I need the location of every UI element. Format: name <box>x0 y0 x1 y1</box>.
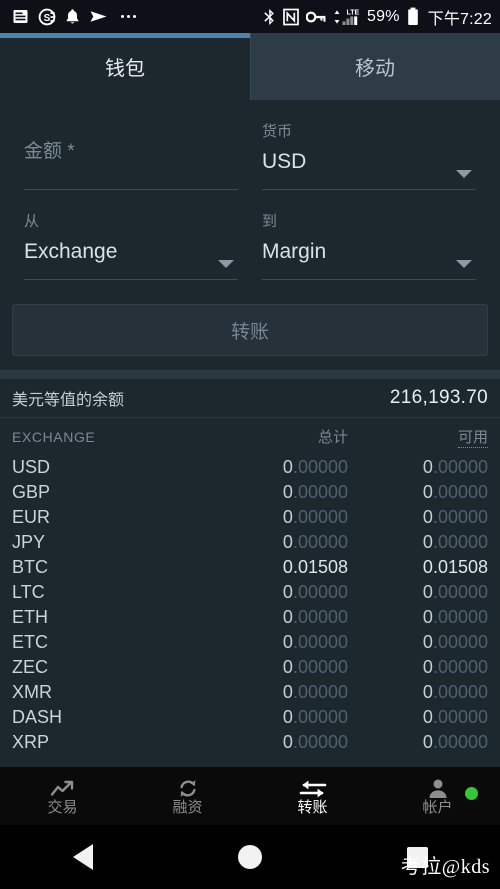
balance-value: 216,193.70 <box>389 387 488 408</box>
app-root: S LTE 59% 下午7:22 钱包 移动 金额 * 货币 USD 从 Exc… <box>0 0 500 889</box>
table-row[interactable]: ETC 0.00000 0.00000 <box>0 630 500 655</box>
status-bar: S LTE 59% 下午7:22 <box>0 0 500 33</box>
watermark-label: 考拉@kds <box>400 856 490 878</box>
exchange-balances-table[interactable]: EXCHANGE 总计 可用 USD 0.00000 0.00000 GBP 0.000… <box>0 418 500 767</box>
nav-item-transfer-label: 转账 <box>297 798 328 816</box>
balance-label: 美元等值的余额 <box>12 392 125 409</box>
nav-item-funding-label: 融资 <box>172 798 203 816</box>
transfer-arrows-icon <box>299 777 327 799</box>
nav-item-trade[interactable]: 交易 <box>0 777 125 816</box>
svg-text:S: S <box>44 13 51 24</box>
transfer-button-wrap: 转账 <box>0 294 500 370</box>
table-cell-currency: XMR <box>12 682 52 702</box>
to-label: 到 <box>262 213 278 230</box>
person-icon <box>427 777 449 799</box>
table-cell-currency: DASH <box>12 707 63 727</box>
table-row[interactable]: USD 0.00000 0.00000 <box>0 455 500 480</box>
back-icon[interactable] <box>72 844 93 870</box>
bottom-navigation: 交易 融资 转账 帐户 <box>0 767 500 825</box>
from-value: Exchange <box>24 240 118 263</box>
send-icon <box>89 8 108 25</box>
table-row[interactable]: XMR 0.00000 0.00000 <box>0 680 500 705</box>
currency-field[interactable]: 货币 USD <box>250 114 488 204</box>
currency-value: USD <box>262 150 307 173</box>
amount-label: 金额 * <box>24 141 75 162</box>
table-header-row: EXCHANGE 总计 可用 <box>0 418 500 455</box>
to-field[interactable]: 到 Margin <box>250 204 488 294</box>
table-cell-currency: USD <box>12 457 51 477</box>
document-icon <box>12 8 29 25</box>
status-bar-right-icons: LTE 59% 下午7:22 <box>263 5 492 29</box>
table-row[interactable]: XRP 0.00000 0.00000 <box>0 730 500 755</box>
currency-label: 货币 <box>262 123 293 140</box>
balance-row: 美元等值的余额 216,193.70 <box>0 379 500 417</box>
tab-wallet[interactable]: 钱包 <box>0 33 250 100</box>
from-label: 从 <box>24 213 40 230</box>
transfer-button-label: 转账 <box>230 321 269 343</box>
nav-item-account[interactable]: 帐户 <box>375 777 500 816</box>
currency-underline <box>262 189 476 190</box>
tab-move[interactable]: 移动 <box>250 33 500 100</box>
table-cell-currency: EUR <box>12 507 51 527</box>
from-field[interactable]: 从 Exchange <box>12 204 250 294</box>
table-row[interactable]: ETH 0.00000 0.00000 <box>0 605 500 630</box>
table-row[interactable]: BTC 0.01508 0.01508 <box>0 555 500 580</box>
table-row[interactable]: GBP 0.00000 0.00000 <box>0 480 500 505</box>
table-row[interactable]: ZEC 0.00000 0.00000 <box>0 655 500 680</box>
nav-item-transfer[interactable]: 转账 <box>250 777 375 816</box>
table-cell-currency: ZEC <box>12 657 48 677</box>
to-underline <box>262 279 476 280</box>
chevron-down-icon[interactable] <box>456 260 472 268</box>
table-cell-currency: ETC <box>12 632 48 652</box>
bell-icon <box>65 8 80 25</box>
transfer-form: 金额 * 货币 USD 从 Exchange 到 Margin <box>0 100 500 294</box>
more-icon <box>121 15 136 18</box>
bluetooth-icon <box>263 8 276 26</box>
table-cell-currency: ETH <box>12 607 48 627</box>
from-underline <box>24 279 238 280</box>
trending-up-icon <box>50 777 76 799</box>
table-cell-currency: GBP <box>12 482 51 502</box>
vpn-key-icon <box>306 10 326 24</box>
tab-move-label: 移动 <box>355 58 395 80</box>
android-navigation-bar: 考拉@kds <box>0 825 500 889</box>
nfc-icon <box>283 8 299 26</box>
chevron-down-icon[interactable] <box>218 260 234 268</box>
amount-underline <box>24 189 238 190</box>
chevron-down-icon[interactable] <box>456 170 472 178</box>
table-row[interactable]: DASH 0.00000 0.00000 <box>0 705 500 730</box>
table-cell-currency: JPY <box>12 532 46 552</box>
table-header-name: EXCHANGE <box>12 428 96 445</box>
table-body: USD 0.00000 0.00000 GBP 0.00000 0.00000 EUR 0.0… <box>0 455 500 755</box>
table-header-total: 总计 <box>317 429 348 446</box>
table-cell-currency: XRP <box>12 732 50 752</box>
home-icon[interactable] <box>237 845 262 869</box>
nav-item-account-label: 帐户 <box>422 798 453 816</box>
table-cell-currency: LTC <box>12 582 45 602</box>
svg-text:LTE: LTE <box>347 9 360 16</box>
table-cell-currency: BTC <box>12 557 48 577</box>
lte-signal-icon: LTE <box>333 8 360 26</box>
transfer-button[interactable]: 转账 <box>12 304 488 356</box>
table-row[interactable]: LTC 0.00000 0.00000 <box>0 580 500 605</box>
table-header-available: 可用 <box>348 426 488 448</box>
refresh-icon <box>177 777 199 799</box>
section-divider <box>0 370 500 379</box>
table-row[interactable]: EUR 0.00000 0.00000 <box>0 505 500 530</box>
status-dot <box>465 786 478 800</box>
table-header-available-label: 可用 <box>457 429 488 448</box>
battery-icon <box>407 7 419 26</box>
battery-percent-label: 59% <box>367 7 400 25</box>
nav-item-trade-label: 交易 <box>47 798 78 816</box>
wallet-tabbar: 钱包 移动 <box>0 33 500 100</box>
clock-label: 下午7:22 <box>427 10 492 28</box>
amount-field[interactable]: 金额 * <box>12 114 250 204</box>
table-row[interactable]: JPY 0.00000 0.00000 <box>0 530 500 555</box>
to-value: Margin <box>262 240 327 263</box>
nav-item-funding[interactable]: 融资 <box>125 777 250 816</box>
s-badge-icon: S <box>38 8 56 26</box>
tab-wallet-label: 钱包 <box>105 58 145 80</box>
status-bar-left-icons: S <box>12 8 140 26</box>
